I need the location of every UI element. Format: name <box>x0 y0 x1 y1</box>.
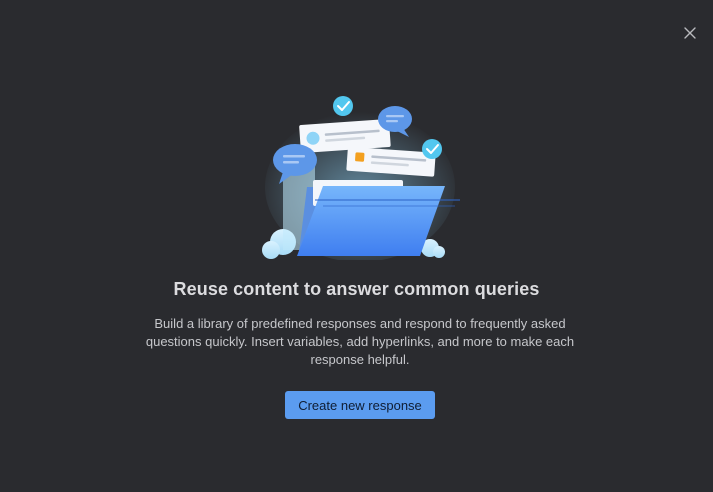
empty-state-dialog: Reuse content to answer common queries B… <box>0 0 713 492</box>
create-new-response-button[interactable]: Create new response <box>285 391 435 419</box>
folder-with-responses-illustration <box>262 96 460 260</box>
empty-state-description: Build a library of predefined responses … <box>145 316 575 367</box>
close-button[interactable] <box>681 24 699 42</box>
close-icon <box>684 27 696 39</box>
empty-state-title: Reuse content to answer common queries <box>173 279 540 299</box>
